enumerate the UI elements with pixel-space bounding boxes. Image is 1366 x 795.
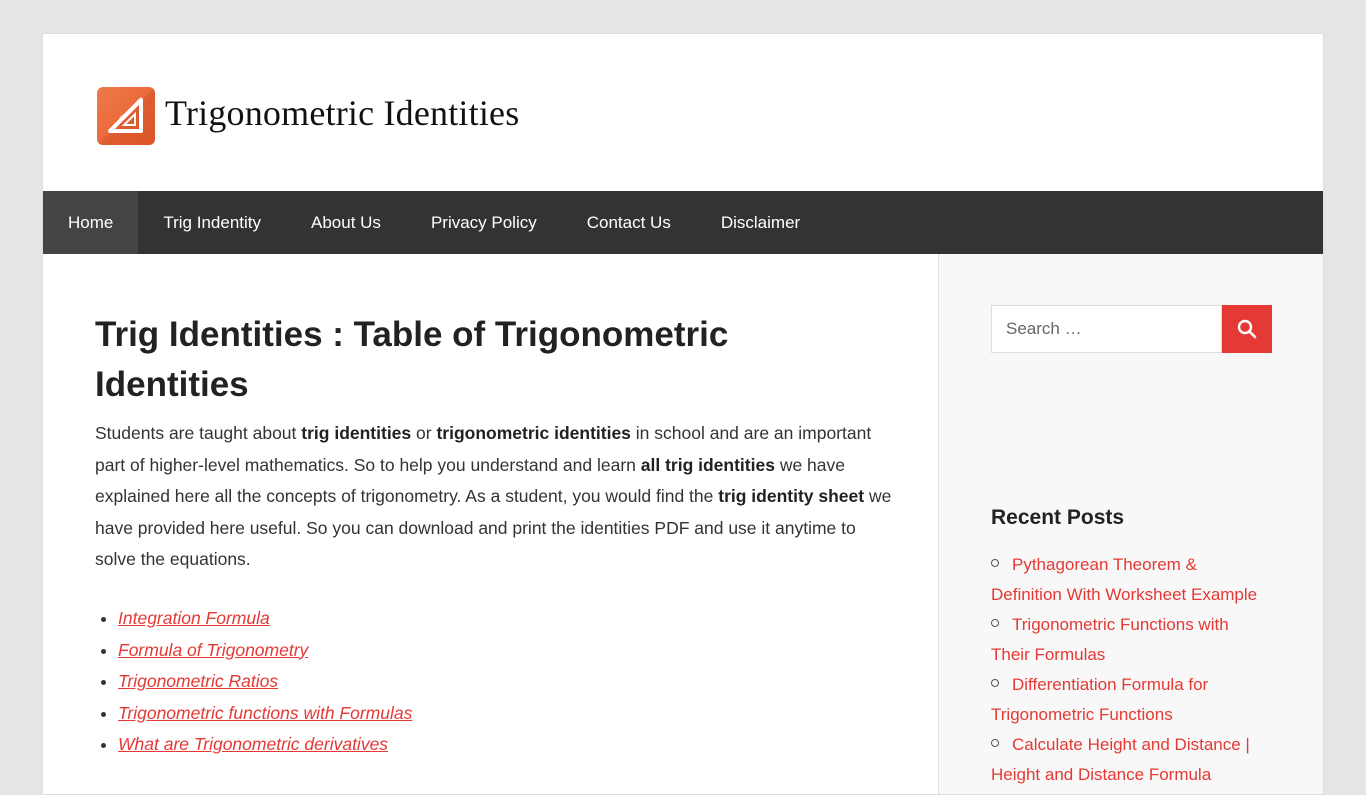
main-content: Trig Identities : Table of Trigonometric… xyxy=(43,254,938,794)
list-item: Integration Formula xyxy=(118,603,412,635)
page: Trigonometric Trigonometric Identities H… xyxy=(42,33,1324,795)
bold-keyword: trigonometric identities xyxy=(436,423,631,443)
list-item: Formula of Trigonometry xyxy=(118,635,412,667)
nav-item-disclaimer[interactable]: Disclaimer xyxy=(696,191,825,254)
circle-bullet-icon xyxy=(991,619,999,627)
circle-bullet-icon xyxy=(991,679,999,687)
article-link[interactable]: What are Trigonometric derivatives xyxy=(118,734,388,754)
nav-item-contact-us[interactable]: Contact Us xyxy=(562,191,696,254)
intro-text: Students are taught about xyxy=(95,423,302,443)
recent-post-link[interactable]: Pythagorean Theorem & Definition With Wo… xyxy=(991,555,1257,604)
intro-text: or xyxy=(411,423,437,443)
recent-posts-list: Pythagorean Theorem & Definition With Wo… xyxy=(991,550,1271,790)
circle-bullet-icon xyxy=(991,559,999,567)
recent-post-link[interactable]: Calculate Height and Distance | Height a… xyxy=(991,735,1250,784)
site-logo[interactable]: Trigonometric xyxy=(97,87,155,145)
recent-post-item: Trigonometric Functions with Their Formu… xyxy=(991,610,1271,670)
recent-post-link[interactable]: Differentiation Formula for Trigonometri… xyxy=(991,675,1208,724)
nav-item-about-us[interactable]: About Us xyxy=(286,191,406,254)
nav-item-privacy-policy[interactable]: Privacy Policy xyxy=(406,191,562,254)
nav-item-trig-indentity[interactable]: Trig Indentity xyxy=(138,191,286,254)
recent-post-item: Pythagorean Theorem & Definition With Wo… xyxy=(991,550,1271,610)
article-link[interactable]: Formula of Trigonometry xyxy=(118,640,308,660)
sidebar: Recent Posts Pythagorean Theorem & Defin… xyxy=(938,254,1323,794)
recent-post-item: Calculate Height and Distance | Height a… xyxy=(991,730,1271,790)
search-input[interactable] xyxy=(991,305,1222,353)
recent-posts-title: Recent Posts xyxy=(991,506,1125,529)
circle-bullet-icon xyxy=(991,739,999,747)
list-item: What are Trigonometric derivatives xyxy=(118,729,412,761)
article-link[interactable]: Integration Formula xyxy=(118,608,270,628)
search-form xyxy=(991,305,1272,353)
search-icon xyxy=(1237,319,1257,339)
site-header: Trigonometric Trigonometric Identities xyxy=(43,34,1323,191)
search-button[interactable] xyxy=(1222,305,1272,353)
set-square-icon: Trigonometric xyxy=(97,87,155,145)
post-title: Trig Identities : Table of Trigonometric… xyxy=(95,315,729,404)
related-links-list: Integration Formula Formula of Trigonomet… xyxy=(95,603,412,761)
list-item: Trigonometric Ratios xyxy=(118,666,412,698)
post-intro: Students are taught about trig identitie… xyxy=(95,418,895,576)
bold-keyword: trig identity sheet xyxy=(718,486,865,506)
main-navigation: Home Trig Indentity About Us Privacy Policy… xyxy=(43,191,1323,254)
nav-item-home[interactable]: Home xyxy=(43,191,139,254)
site-title[interactable]: Trigonometric Identities xyxy=(165,92,519,134)
list-item: Trigonometric functions with Formulas xyxy=(118,698,412,730)
article-link[interactable]: Trigonometric Ratios xyxy=(118,671,278,691)
article-link[interactable]: Trigonometric functions with Formulas xyxy=(118,703,412,723)
recent-post-item: Differentiation Formula for Trigonometri… xyxy=(991,670,1271,730)
recent-post-link[interactable]: Trigonometric Functions with Their Formu… xyxy=(991,615,1229,664)
bold-keyword: trig identities xyxy=(301,423,412,443)
bold-keyword: all trig identities xyxy=(640,454,775,475)
